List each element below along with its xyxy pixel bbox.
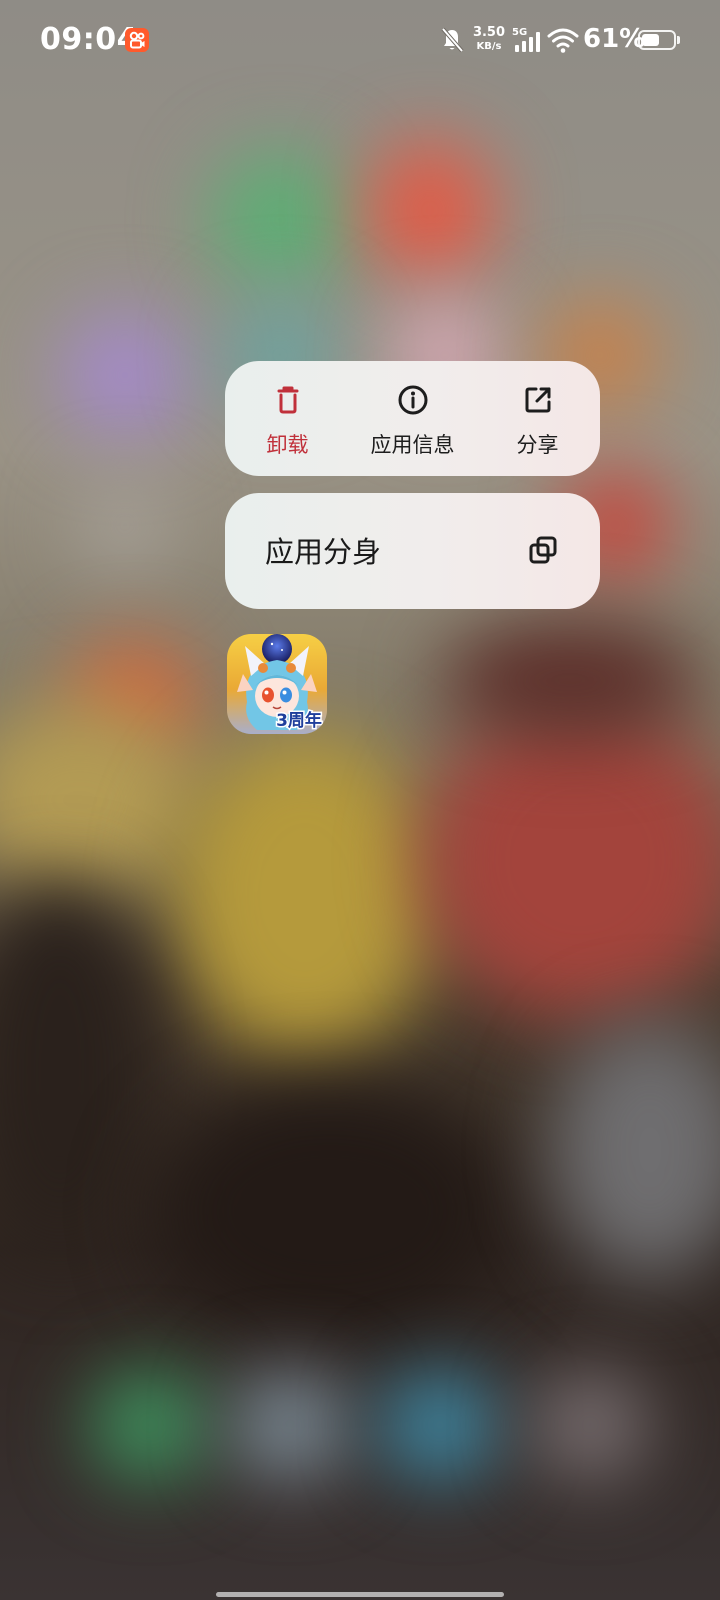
signal-icon: 5G [512, 27, 540, 52]
status-time: 09:04 [40, 22, 138, 57]
app-clone-label: 应用分身 [265, 535, 382, 569]
uninstall-label: 卸载 [266, 433, 309, 457]
blurred-wallpaper [0, 0, 720, 1600]
kuaishou-notification-icon [125, 28, 149, 52]
app-info-label: 应用信息 [370, 433, 455, 457]
battery-percent: 61% [583, 24, 646, 54]
battery-tip [677, 36, 680, 44]
uninstall-button[interactable]: 卸载 [225, 361, 350, 476]
app-icon-badge: 3周年 [276, 710, 322, 731]
share-label: 分享 [516, 433, 559, 457]
clone-icon [529, 536, 557, 564]
net-speed-unit: KB/s [476, 41, 502, 52]
share-button[interactable]: 分享 [475, 361, 600, 476]
app-info-button[interactable]: 应用信息 [350, 361, 475, 476]
game-app-icon[interactable]: 3周年 [227, 634, 327, 734]
app-clone-button[interactable]: 应用分身 [225, 493, 600, 609]
network-speed: 3.50 KB/s [472, 26, 506, 54]
net-speed-value: 3.50 [472, 25, 506, 40]
home-gesture-bar[interactable] [216, 1592, 504, 1597]
share-icon [525, 387, 550, 413]
network-type-label: 5G [512, 27, 527, 38]
mute-icon [441, 27, 464, 53]
info-icon [398, 385, 427, 415]
battery-fill [642, 34, 659, 46]
status-bar: 09:04 3.50 KB/s 5G 61% [0, 0, 720, 80]
app-quick-actions-card: 卸载 应用信息 分享 [225, 361, 600, 476]
battery-icon [638, 30, 676, 50]
trash-icon [277, 386, 298, 414]
wifi-icon [547, 28, 579, 53]
